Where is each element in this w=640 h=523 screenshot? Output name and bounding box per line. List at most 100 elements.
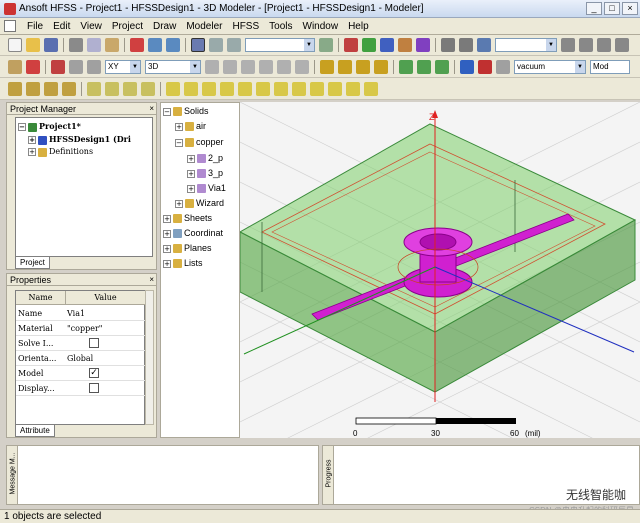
split-icon[interactable] xyxy=(277,59,291,74)
spin-icon[interactable] xyxy=(597,38,611,52)
polygon-icon[interactable] xyxy=(141,81,155,96)
menu-tools[interactable]: Tools xyxy=(264,21,297,32)
collapse-icon[interactable]: − xyxy=(163,107,171,116)
menu-window[interactable]: Window xyxy=(298,21,344,32)
minimize-button[interactable]: _ xyxy=(586,2,602,15)
rectangle-icon[interactable] xyxy=(87,81,101,96)
menu-draw[interactable]: Draw xyxy=(148,21,181,32)
sphere-icon[interactable] xyxy=(238,81,252,96)
torus-icon[interactable] xyxy=(256,81,270,96)
tree-design[interactable]: + HFSSDesign1 (Dri xyxy=(28,133,131,145)
orbit-icon[interactable] xyxy=(579,38,593,52)
menu-view[interactable]: View xyxy=(75,21,107,32)
line-icon[interactable] xyxy=(8,81,22,96)
expand-icon[interactable]: + xyxy=(175,199,183,208)
color-icon[interactable] xyxy=(478,59,492,74)
mesh-icon[interactable] xyxy=(380,38,394,52)
new-icon[interactable] xyxy=(8,38,22,52)
tab-attribute[interactable]: Attribute xyxy=(15,425,55,437)
expand-icon[interactable]: + xyxy=(163,259,171,268)
save-icon[interactable] xyxy=(44,38,58,52)
expand-icon[interactable]: + xyxy=(163,229,171,238)
tab-project[interactable]: Project xyxy=(15,257,50,269)
table-row[interactable]: Solve I... xyxy=(16,336,146,351)
equation-curve-icon[interactable] xyxy=(62,81,76,96)
transparency-icon[interactable] xyxy=(496,59,510,74)
spiral-icon[interactable] xyxy=(292,81,306,96)
expand-icon[interactable]: + xyxy=(163,214,171,223)
duplicate-icon[interactable] xyxy=(374,59,388,74)
user-defined-icon[interactable] xyxy=(328,81,342,96)
3d-modeler-viewport[interactable]: Z 0 30 60 (mil) xyxy=(240,102,640,438)
cut-icon[interactable] xyxy=(69,38,83,52)
expand-icon[interactable]: + xyxy=(187,154,195,163)
solve-inside-checkbox[interactable] xyxy=(89,338,99,348)
cs-icon[interactable] xyxy=(399,59,413,74)
pan-icon[interactable] xyxy=(561,38,575,52)
paste-icon[interactable] xyxy=(105,38,119,52)
select-icon[interactable] xyxy=(191,38,205,52)
tree-definitions[interactable]: + Definitions xyxy=(28,146,93,158)
expand-icon[interactable]: + xyxy=(163,244,171,253)
menu-project[interactable]: Project xyxy=(107,21,148,32)
region-icon[interactable] xyxy=(346,81,360,96)
face-cs-icon[interactable] xyxy=(435,59,449,74)
expand-icon[interactable]: + xyxy=(187,169,195,178)
analysis-icon[interactable] xyxy=(398,38,412,52)
subtract-icon[interactable] xyxy=(223,59,237,74)
grid-icon[interactable] xyxy=(69,59,83,74)
close-icon[interactable]: × xyxy=(149,104,154,113)
circle-icon[interactable] xyxy=(105,81,119,96)
relative-cs-icon[interactable] xyxy=(417,59,431,74)
ellipse-icon[interactable] xyxy=(123,81,137,96)
tree-project[interactable]: − Project1* xyxy=(18,120,81,132)
plane-combo[interactable]: XY ▼ xyxy=(105,59,141,74)
spline-icon[interactable] xyxy=(26,81,40,96)
no-draw-icon[interactable] xyxy=(26,59,40,74)
expand-icon[interactable]: + xyxy=(28,136,36,144)
table-row[interactable]: Orienta... Global xyxy=(16,351,146,366)
expand-icon[interactable]: + xyxy=(28,148,36,156)
bondwire-icon[interactable] xyxy=(310,81,324,96)
results-icon[interactable] xyxy=(416,38,430,52)
redo-icon[interactable] xyxy=(166,38,180,52)
collapse-icon[interactable]: − xyxy=(175,138,183,147)
cylinder-icon[interactable] xyxy=(184,81,198,96)
regular-polyhedron-icon[interactable] xyxy=(202,81,216,96)
view-combo[interactable]: ▼ xyxy=(495,38,557,52)
table-row[interactable]: Display... xyxy=(16,381,146,396)
dimension-combo[interactable]: 3D ▼ xyxy=(145,59,201,74)
arc-icon[interactable] xyxy=(44,81,58,96)
maximize-button[interactable]: □ xyxy=(604,2,620,15)
expand-icon[interactable]: + xyxy=(187,184,195,193)
copy-icon[interactable] xyxy=(87,38,101,52)
rotate-view-icon[interactable] xyxy=(227,38,241,52)
intersect-icon[interactable] xyxy=(241,59,255,74)
validate-icon[interactable] xyxy=(477,38,491,52)
tree-lists[interactable]: + Lists xyxy=(163,257,203,269)
boundary-icon[interactable] xyxy=(344,38,358,52)
table-row[interactable]: Name Via1 xyxy=(16,306,146,321)
tree-port-3[interactable]: +3_p xyxy=(187,167,223,179)
fit-all-icon[interactable] xyxy=(615,38,629,52)
menu-modeler[interactable]: Modeler xyxy=(181,21,227,32)
zoom-icon[interactable] xyxy=(441,38,455,52)
tree-port-2[interactable]: +2_p xyxy=(187,152,223,164)
table-row[interactable]: Model ✓ xyxy=(16,366,146,381)
cone-icon[interactable] xyxy=(220,81,234,96)
tree-planes[interactable]: + Planes xyxy=(163,242,212,254)
separate-icon[interactable] xyxy=(295,59,309,74)
tree-air[interactable]: + air xyxy=(175,120,206,132)
tree-wizard[interactable]: + Wizard xyxy=(175,197,224,209)
cross-section-icon[interactable] xyxy=(364,81,378,96)
menu-file[interactable]: File xyxy=(22,21,48,32)
expand-icon[interactable]: + xyxy=(175,122,183,131)
close-icon[interactable]: × xyxy=(149,275,154,284)
tree-copper[interactable]: − copper xyxy=(175,136,224,148)
material-combo[interactable]: vacuum ▼ xyxy=(514,59,586,74)
properties-scrollbar[interactable] xyxy=(145,290,154,425)
rotate-object-icon[interactable] xyxy=(338,59,352,74)
excitation-icon[interactable] xyxy=(362,38,376,52)
tree-solids[interactable]: − Solids xyxy=(163,105,209,117)
collapse-icon[interactable]: − xyxy=(18,123,26,131)
